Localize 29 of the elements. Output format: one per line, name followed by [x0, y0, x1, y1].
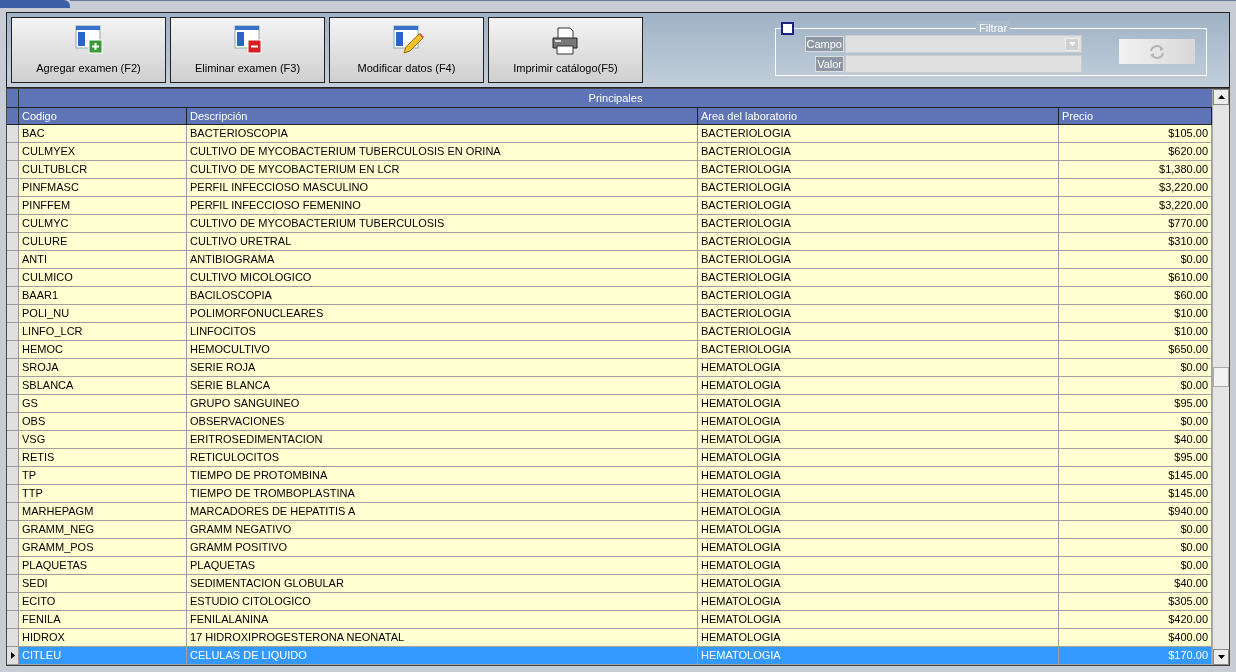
- up-arrow-icon: [1217, 95, 1225, 99]
- table-cell: HEMATOLOGIA: [698, 647, 1059, 665]
- value-input[interactable]: [845, 55, 1082, 73]
- column-header[interactable]: Area del laboratorio: [698, 108, 1059, 124]
- filter-checkbox[interactable]: [781, 22, 794, 35]
- window-tab[interactable]: [0, 0, 70, 8]
- field-label: Campo: [804, 36, 844, 52]
- table-cell: CITLEU: [19, 647, 187, 665]
- toolbar-button[interactable]: Modificar datos (F4): [329, 17, 484, 83]
- value-label: Valor: [815, 56, 844, 72]
- scroll-down-button[interactable]: [1213, 649, 1229, 665]
- group-band-header: Principales: [587, 91, 644, 106]
- toolbar-button[interactable]: Agregar examen (F2): [11, 17, 166, 83]
- refresh-button[interactable]: [1119, 39, 1195, 64]
- current-row-icon: [10, 652, 15, 659]
- column-header[interactable]: Descripción: [187, 108, 698, 124]
- toolbar-button[interactable]: Imprimir catálogo(F5): [488, 17, 643, 83]
- field-dropdown[interactable]: [845, 35, 1082, 53]
- toolbar-button[interactable]: Eliminar examen (F3): [170, 17, 325, 83]
- scroll-up-button[interactable]: [1213, 89, 1229, 105]
- table-cell: CELULAS DE LIQUIDO: [187, 647, 698, 665]
- row-selector[interactable]: [7, 647, 19, 665]
- refresh-icon: [1148, 43, 1166, 60]
- column-header[interactable]: Codigo: [19, 108, 187, 124]
- scroll-thumb[interactable]: [1213, 367, 1229, 387]
- filter-title: Filtrar: [976, 21, 1011, 35]
- table-cell: $170.00: [1059, 647, 1212, 665]
- vertical-scrollbar[interactable]: [1212, 89, 1229, 665]
- down-arrow-icon: [1217, 655, 1225, 659]
